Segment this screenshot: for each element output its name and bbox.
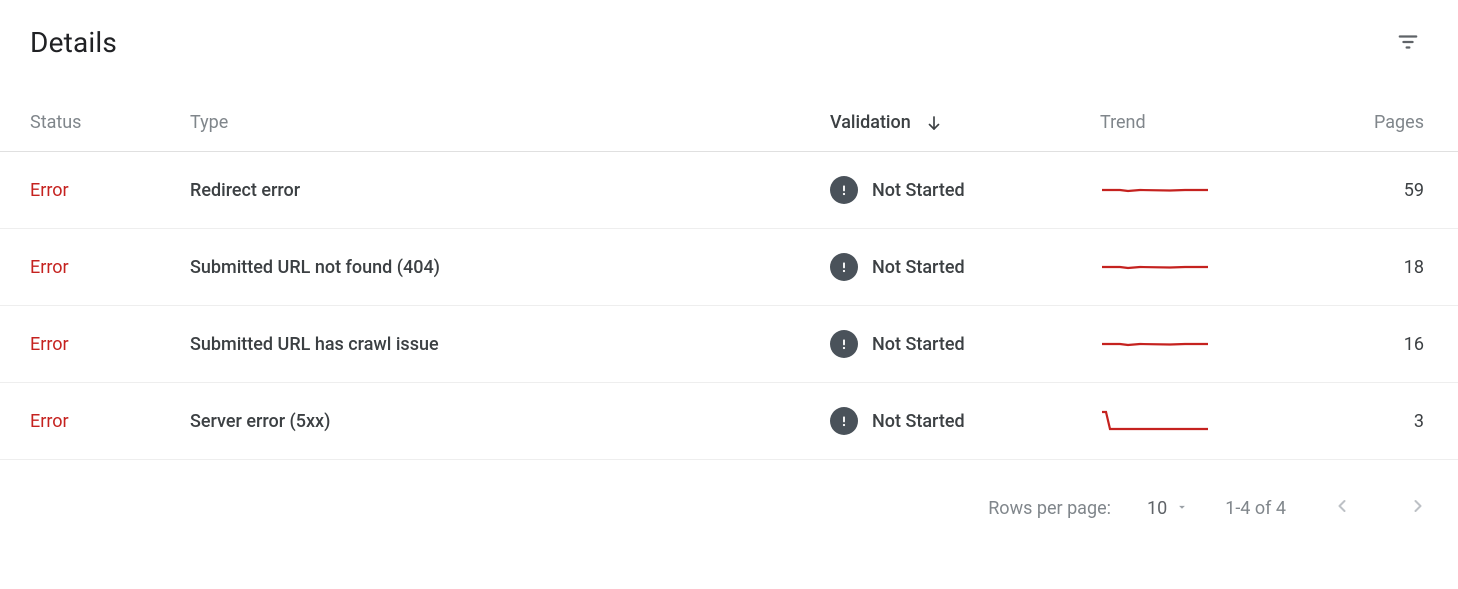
type-cell: Submitted URL has crawl issue <box>190 306 830 383</box>
pages-cell: 16 <box>1310 306 1458 383</box>
type-cell: Submitted URL not found (404) <box>190 229 830 306</box>
chevron-right-icon <box>1408 496 1428 521</box>
trend-cell <box>1100 383 1310 460</box>
validation-text: Not Started <box>872 180 965 201</box>
validation-text: Not Started <box>872 334 965 355</box>
trend-sparkline <box>1100 408 1310 434</box>
sort-descending-icon <box>925 114 943 132</box>
status-cell: Error <box>0 152 190 229</box>
pagination-range: 1-4 of 4 <box>1225 498 1286 519</box>
chevron-left-icon <box>1332 496 1352 521</box>
pages-cell: 3 <box>1310 383 1458 460</box>
trend-sparkline <box>1100 331 1310 357</box>
column-header-status[interactable]: Status <box>0 72 190 152</box>
rows-per-page-select[interactable]: 10 <box>1147 498 1189 519</box>
rows-per-page-value: 10 <box>1147 498 1167 519</box>
rows-per-page-label: Rows per page: <box>988 498 1111 519</box>
column-header-trend[interactable]: Trend <box>1100 72 1310 152</box>
validation-text: Not Started <box>872 257 965 278</box>
trend-cell <box>1100 152 1310 229</box>
status-cell: Error <box>0 383 190 460</box>
status-cell: Error <box>0 306 190 383</box>
validation-cell: Not Started <box>830 383 1100 460</box>
table-row[interactable]: ErrorServer error (5xx) Not Started 3 <box>0 383 1458 460</box>
validation-cell: Not Started <box>830 152 1100 229</box>
next-page-button[interactable] <box>1398 488 1438 528</box>
exclamation-icon <box>830 330 858 358</box>
exclamation-icon <box>830 176 858 204</box>
validation-cell: Not Started <box>830 229 1100 306</box>
exclamation-icon <box>830 253 858 281</box>
column-header-type[interactable]: Type <box>190 72 830 152</box>
trend-cell <box>1100 306 1310 383</box>
filter-button[interactable] <box>1388 22 1428 62</box>
details-table: Status Type Validation Trend Pages Error… <box>0 72 1458 460</box>
trend-sparkline <box>1100 254 1310 280</box>
trend-cell <box>1100 229 1310 306</box>
column-header-validation-label: Validation <box>830 112 911 133</box>
validation-text: Not Started <box>872 411 965 432</box>
pages-cell: 59 <box>1310 152 1458 229</box>
status-cell: Error <box>0 229 190 306</box>
trend-sparkline <box>1100 177 1310 203</box>
exclamation-icon <box>830 407 858 435</box>
page-title: Details <box>30 26 117 59</box>
pagination-bar: Rows per page: 10 1-4 of 4 <box>0 460 1458 542</box>
column-header-validation[interactable]: Validation <box>830 72 1100 152</box>
table-row[interactable]: ErrorRedirect error Not Started 59 <box>0 152 1458 229</box>
type-cell: Redirect error <box>190 152 830 229</box>
pages-cell: 18 <box>1310 229 1458 306</box>
dropdown-icon <box>1175 498 1189 519</box>
table-row[interactable]: ErrorSubmitted URL not found (404) Not St… <box>0 229 1458 306</box>
prev-page-button[interactable] <box>1322 488 1362 528</box>
filter-icon <box>1397 31 1419 53</box>
type-cell: Server error (5xx) <box>190 383 830 460</box>
validation-cell: Not Started <box>830 306 1100 383</box>
column-header-pages[interactable]: Pages <box>1310 72 1458 152</box>
table-row[interactable]: ErrorSubmitted URL has crawl issue Not St… <box>0 306 1458 383</box>
